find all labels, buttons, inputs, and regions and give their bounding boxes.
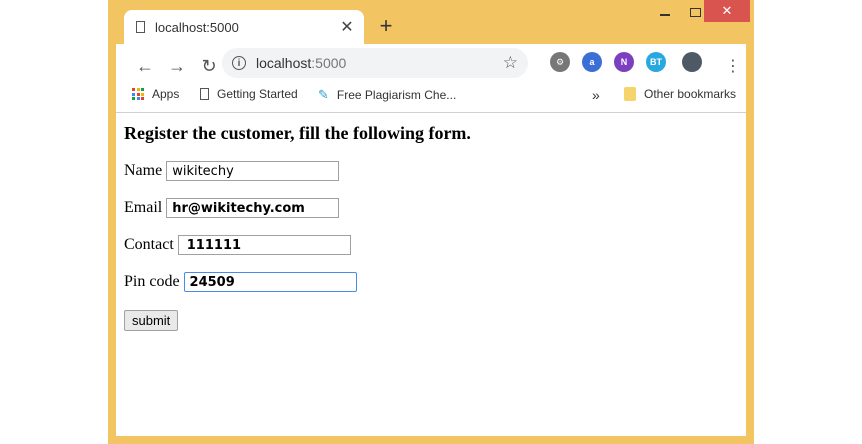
address-bar[interactable]: i localhost:5000 ☆ <box>222 48 528 78</box>
apps-grid-icon <box>132 88 144 100</box>
pincode-label: Pin code <box>124 273 180 290</box>
name-row: Name <box>124 161 340 181</box>
page-icon <box>200 88 209 100</box>
email-input[interactable] <box>166 198 340 218</box>
bookmark-plagiarism-label: Free Plagiarism Che... <box>336 88 457 102</box>
bookmark-apps-label: Apps <box>152 87 180 101</box>
tab-title: localhost:5000 <box>155 19 239 35</box>
submit-button[interactable]: submit <box>124 310 179 331</box>
plagiarism-checker-icon: ✎ <box>318 87 329 102</box>
bookmark-other-label: Other bookmarks <box>644 87 737 101</box>
contact-label: Contact <box>124 236 174 253</box>
contact-row: Contact <box>124 235 351 255</box>
maximize-icon <box>689 7 701 17</box>
back-button[interactable]: ← <box>132 53 158 79</box>
onenote-extension-icon[interactable]: N <box>614 52 634 72</box>
url-port: :5000 <box>311 55 347 71</box>
url-text[interactable]: localhost:5000 <box>256 55 503 71</box>
pincode-row: Pin code <box>124 272 357 292</box>
bookmarks-bar: Apps Getting Started ✎ Free Plagiarism C… <box>116 82 746 110</box>
reload-button[interactable]: ↻ <box>196 53 222 79</box>
contact-input[interactable] <box>177 235 351 255</box>
new-tab-button[interactable]: + <box>374 14 398 38</box>
bookmark-plagiarism[interactable]: ✎ Free Plagiarism Che... <box>318 87 456 103</box>
form-heading: Register the customer, fill the followin… <box>124 123 471 143</box>
bookmark-getting-started[interactable]: Getting Started <box>200 87 298 101</box>
name-input[interactable] <box>166 161 340 181</box>
info-icon[interactable]: i <box>232 56 246 70</box>
browser-window: ✕ localhost:5000 ✕ + ← → ↻ i localhost:5… <box>108 0 754 444</box>
close-window-button[interactable]: ✕ <box>704 0 750 22</box>
profile-avatar-icon[interactable] <box>682 52 702 72</box>
bookmarks-overflow-button[interactable]: » <box>592 87 600 103</box>
browser-tab[interactable]: localhost:5000 ✕ <box>124 10 364 44</box>
download-extension-icon[interactable]: a <box>582 52 602 72</box>
bookmark-other[interactable]: Other bookmarks <box>624 87 736 101</box>
bookmark-apps[interactable]: Apps <box>132 87 179 101</box>
bt-extension-icon[interactable]: BT <box>646 52 666 72</box>
minimize-icon <box>660 14 670 16</box>
gear-extension-icon[interactable]: ⚙ <box>550 52 570 72</box>
url-host: localhost <box>256 55 312 71</box>
name-label: Name <box>124 162 163 179</box>
forward-button[interactable]: → <box>164 53 190 79</box>
tab-close-icon[interactable]: ✕ <box>336 17 358 37</box>
page-content: Register the customer, fill the followin… <box>116 113 746 436</box>
browser-toolbar: ← → ↻ i localhost:5000 ☆ ⚙ a N BT ⋮ Apps Ge… <box>116 44 746 113</box>
menu-icon[interactable]: ⋮ <box>720 53 746 79</box>
bookmark-star-icon[interactable]: ☆ <box>503 53 518 73</box>
email-label: Email <box>124 199 163 216</box>
bookmark-getting-started-label: Getting Started <box>217 87 298 101</box>
email-row: Email <box>124 198 340 218</box>
pincode-input[interactable] <box>183 272 357 292</box>
folder-icon <box>624 87 636 101</box>
page-icon <box>136 21 145 33</box>
